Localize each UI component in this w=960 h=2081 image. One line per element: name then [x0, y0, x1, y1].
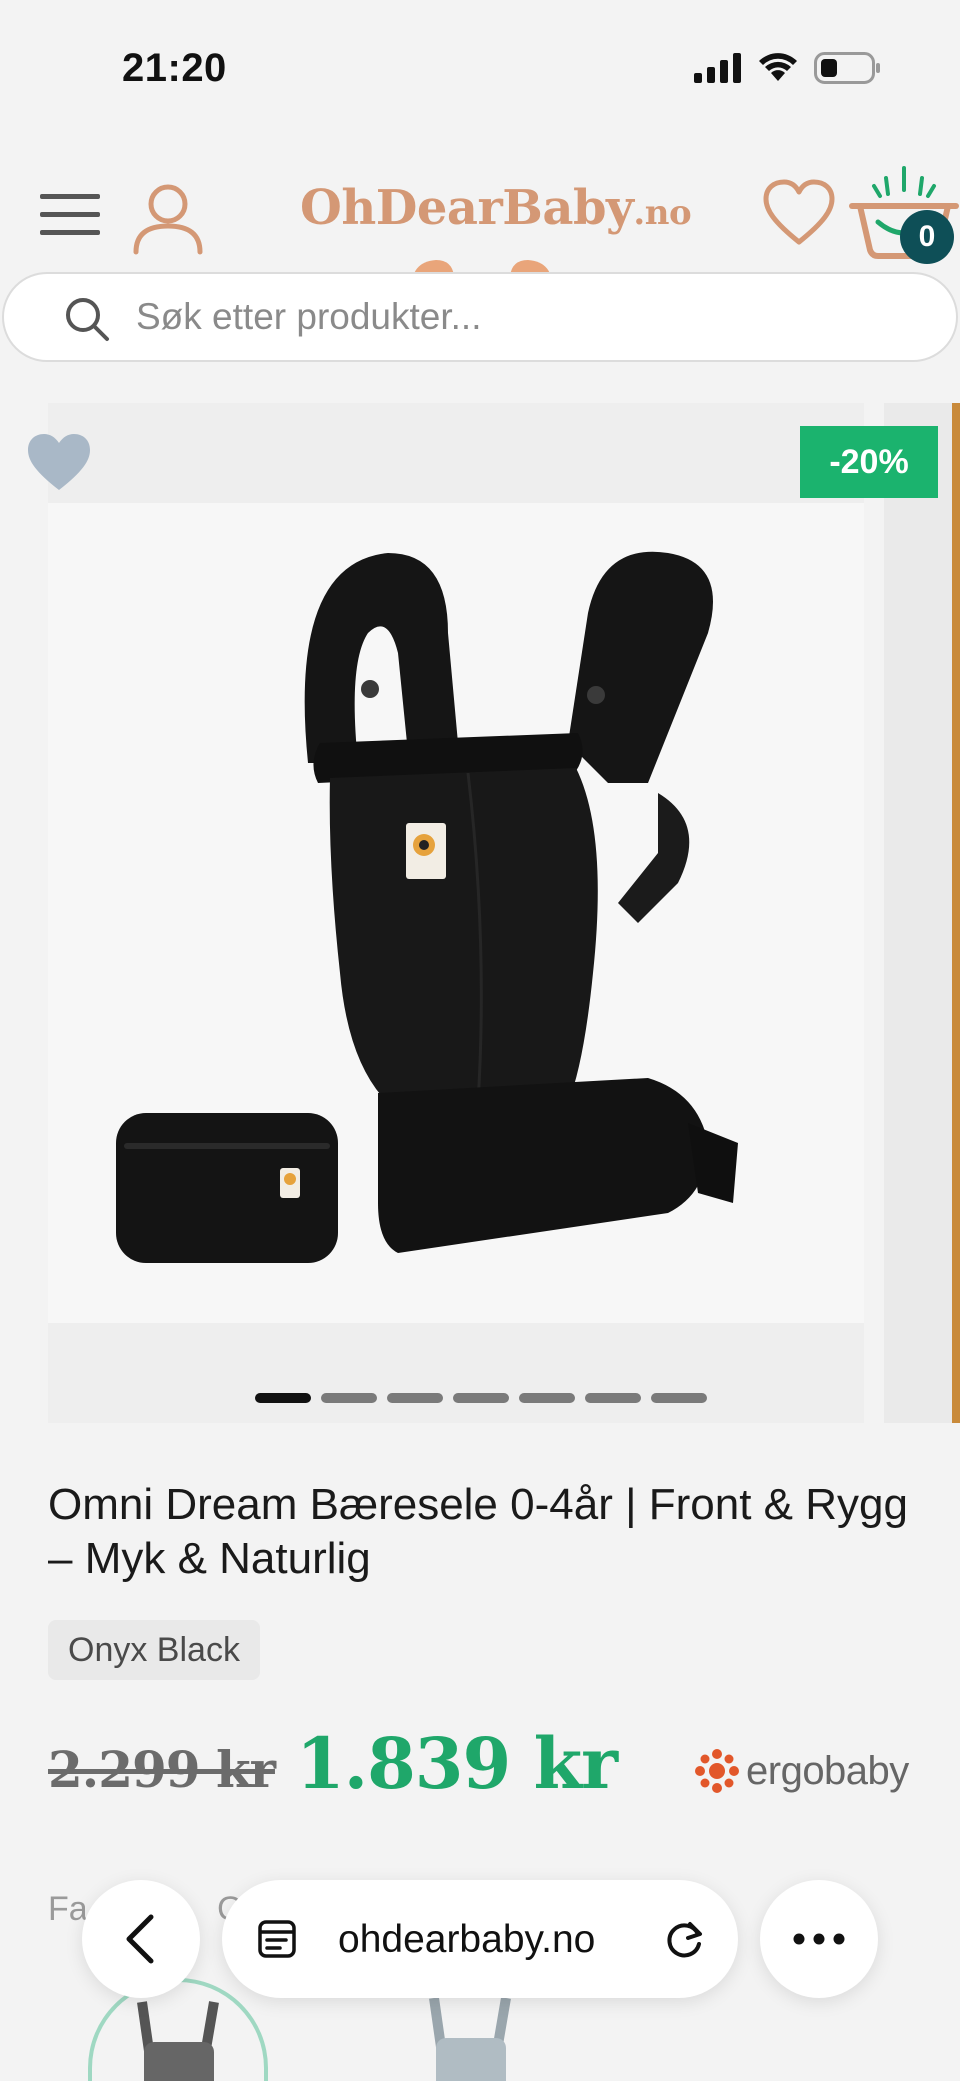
brand-name: ergobaby [746, 1748, 909, 1793]
browser-address-bar[interactable]: ohdearbaby.no [222, 1880, 738, 1998]
search-input[interactable]: Søk etter produkter... [2, 272, 958, 362]
gallery-dot-4[interactable] [453, 1393, 509, 1403]
logo-text: OhDearBaby.no [300, 180, 692, 236]
cellular-signal-icon [694, 53, 741, 83]
wishlist-icon[interactable] [762, 178, 836, 248]
color-label-text: Fa [48, 1890, 88, 1928]
status-time: 21:20 [122, 46, 227, 90]
browser-back-button[interactable] [82, 1880, 200, 1998]
discount-badge: -20% [800, 426, 938, 498]
status-bar: 21:20 [0, 0, 960, 140]
product-image-gallery[interactable] [48, 403, 864, 1423]
logo-suffix-text: .no [633, 193, 692, 233]
color-swatch-selected[interactable] [88, 1978, 268, 2081]
gallery-dot-5[interactable] [519, 1393, 575, 1403]
page-menu-icon[interactable] [256, 1918, 298, 1960]
next-slide-peek[interactable] [884, 403, 960, 1423]
chevron-left-icon [126, 1914, 154, 1964]
gallery-dot-6[interactable] [585, 1393, 641, 1403]
search-icon [66, 298, 109, 341]
old-price: 2.299 kr [48, 1740, 276, 1799]
menu-icon[interactable] [40, 190, 100, 240]
next-slide-edge [952, 403, 960, 1423]
battery-icon [814, 52, 880, 84]
product-photo [48, 503, 864, 1323]
more-dots-icon [793, 1933, 845, 1945]
logo-main-text: OhDearBaby [300, 180, 634, 236]
ergobaby-sun-icon [695, 1749, 739, 1793]
brand-logo[interactable]: ergobaby [694, 1748, 909, 1794]
site-header: OhDearBaby.no [0, 160, 960, 290]
variant-chip: Onyx Black [48, 1620, 260, 1680]
url-text: ohdearbaby.no [338, 1918, 596, 1961]
browser-more-button[interactable] [760, 1880, 878, 1998]
baby-carrier-image [116, 551, 738, 1263]
favorite-heart-icon[interactable] [26, 432, 92, 492]
gallery-pagination [255, 1393, 707, 1403]
sale-price: 1.839 kr [296, 1722, 618, 1805]
gallery-dot-7[interactable] [651, 1393, 707, 1403]
gallery-dot-1[interactable] [255, 1393, 311, 1403]
wifi-icon [759, 53, 797, 81]
account-icon[interactable] [130, 180, 206, 256]
reload-icon[interactable] [662, 1916, 708, 1962]
product-title: Omni Dream Bæresele 0-4år | Front & Rygg… [48, 1480, 908, 1583]
gallery-dot-3[interactable] [387, 1393, 443, 1403]
swatch-carrier-thumb [137, 2001, 219, 2081]
cart-count-badge: 0 [900, 210, 954, 264]
search-placeholder: Søk etter produkter... [136, 296, 482, 337]
gallery-dot-2[interactable] [321, 1393, 377, 1403]
status-icons [694, 52, 880, 84]
